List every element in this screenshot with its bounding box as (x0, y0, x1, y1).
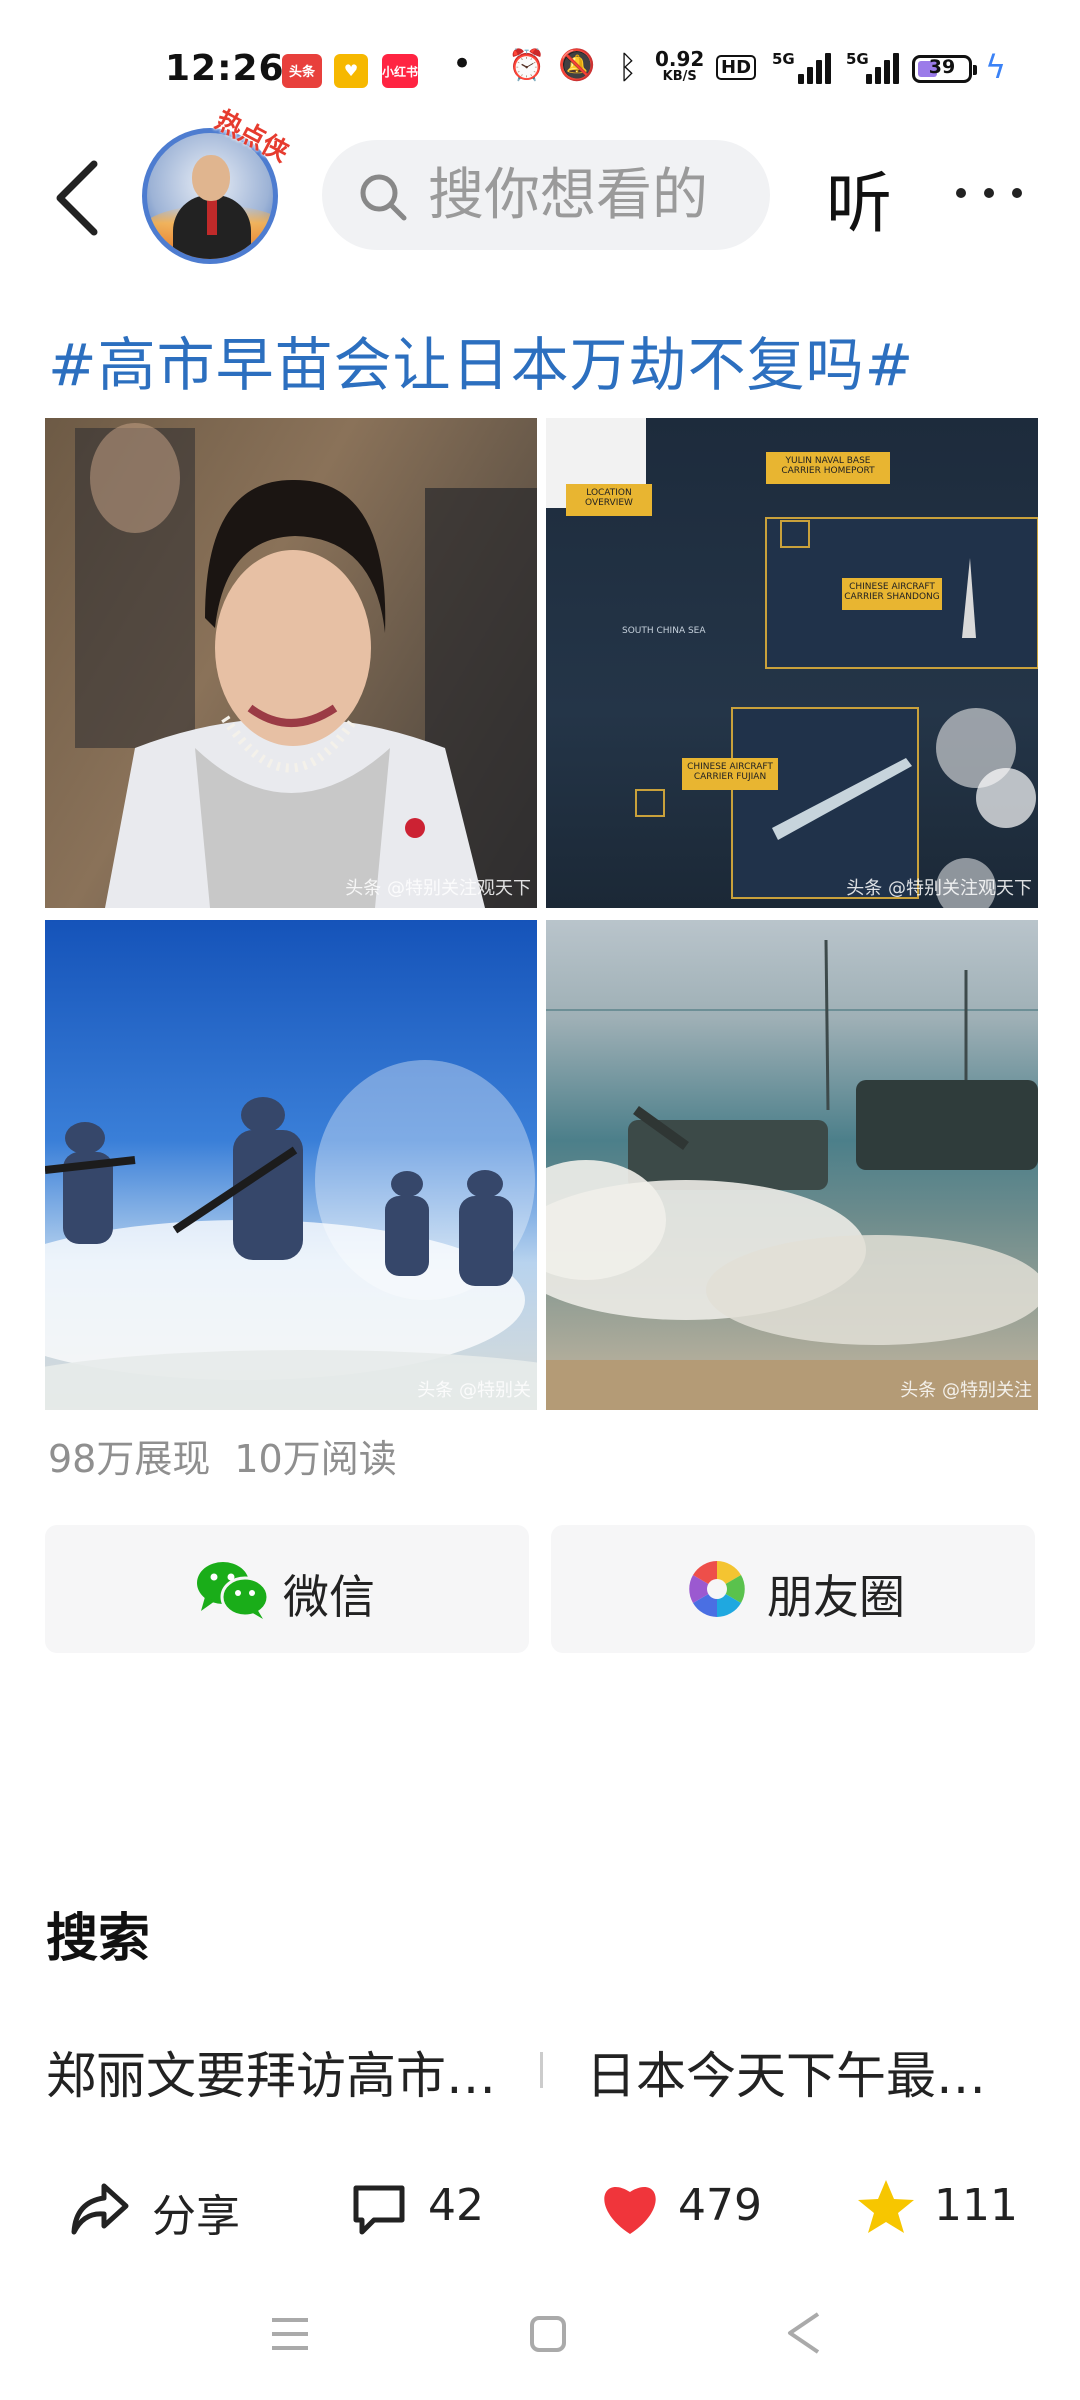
share-icon (71, 2183, 129, 2235)
map-label-yulin: YULIN NAVAL BASE CARRIER HOMEPORT (781, 456, 875, 476)
moments-label: 朋友圈 (767, 1570, 905, 1624)
alarm-icon: ⏰ (508, 48, 546, 83)
image-watermark: 头条 @特别关 (417, 1380, 531, 1401)
post-image-vehicles[interactable]: 头条 @特别关注 (546, 920, 1038, 1410)
signal-bars-1-icon (798, 52, 832, 84)
comment-icon (353, 2185, 405, 2235)
image-watermark: 头条 @特别关注观天下 (345, 878, 531, 899)
more-options-button[interactable] (950, 174, 1030, 214)
search-suggestion-2[interactable]: 日本今天下午最… (586, 2036, 1036, 2108)
like-action[interactable]: 479 (598, 2172, 768, 2244)
status-time: 12:26 (165, 48, 285, 89)
signal-bars-2-icon (866, 52, 900, 84)
moments-icon (689, 1561, 745, 1617)
more-icon (956, 188, 966, 198)
post-image-satellite[interactable]: LOCATION OVERVIEW YULIN NAVAL BASE CARRI… (546, 418, 1038, 908)
net-speed: 0.92 KB/S (655, 47, 705, 84)
share-wechat-button[interactable]: 微信 (45, 1525, 529, 1653)
reads-count: 10万阅读 (234, 1437, 397, 1481)
system-navigation-bar (0, 2290, 1080, 2400)
search-bar[interactable] (322, 140, 770, 250)
back-button[interactable] (50, 158, 110, 238)
favorite-count: 111 (934, 2180, 1018, 2231)
star-icon (858, 2180, 914, 2233)
status-bar: 12:26 头条 ♥ 小红书 • ⏰ 🔕 ᛒ 0.92 KB/S HD 5G 5… (0, 0, 1080, 140)
menu-icon[interactable] (268, 2312, 312, 2356)
like-count: 479 (678, 2180, 762, 2231)
image-watermark: 头条 @特别关注观天下 (846, 878, 1032, 899)
back-nav-icon[interactable] (782, 2308, 826, 2358)
mute-icon: 🔕 (558, 48, 596, 83)
map-label-sea: SOUTH CHINA SEA (622, 626, 706, 636)
search-input[interactable] (426, 158, 750, 232)
bluetooth-icon: ᛒ (618, 48, 638, 86)
battery-icon: 39 (912, 55, 977, 83)
impressions-count: 98万展现 (48, 1437, 211, 1481)
image-watermark: 头条 @特别关注 (900, 1380, 1032, 1401)
map-label-shandong: CHINESE AIRCRAFT CARRIER SHANDONG (844, 582, 940, 602)
post-image-portrait[interactable]: 头条 @特别关注观天下 (45, 418, 537, 908)
map-label-location: LOCATION OVERVIEW (585, 488, 633, 508)
wechat-icon (197, 1562, 270, 1619)
signal-label-1: 5G (772, 50, 795, 68)
share-action-label: 分享 (152, 2191, 240, 2242)
heart-icon (604, 2186, 656, 2234)
app-notification-icon: ♥ (334, 54, 368, 88)
comment-action[interactable]: 42 (350, 2172, 510, 2244)
xiaohongshu-app-icon: 小红书 (382, 54, 418, 88)
dot-icon: • (452, 44, 473, 84)
home-icon[interactable] (526, 2312, 570, 2356)
charging-icon: ϟ (985, 48, 1007, 86)
listen-button[interactable]: 听 (826, 150, 892, 246)
top-nav: 热点侠 听 (0, 105, 1080, 264)
post-image-soldiers[interactable]: 头条 @特别关 (45, 920, 537, 1410)
search-suggestion-1[interactable]: 郑丽文要拜访高市… (46, 2036, 496, 2108)
share-action[interactable]: 分享 (70, 2172, 250, 2244)
search-section-title: 搜索 (46, 1909, 151, 1969)
search-icon (360, 174, 407, 221)
post-stats: 98万展现 10万阅读 (48, 1428, 421, 1483)
suggestion-divider (540, 2052, 543, 2088)
share-moments-button[interactable]: 朋友圈 (551, 1525, 1035, 1653)
hd-badge: HD (716, 55, 757, 80)
favorite-action[interactable]: 111 (856, 2172, 1026, 2244)
post-hashtag-link[interactable]: #高市早苗会让日本万劫不复吗# (48, 318, 914, 402)
map-label-fujian: CHINESE AIRCRAFT CARRIER FUJIAN (687, 762, 773, 782)
comment-count: 42 (428, 2180, 484, 2231)
battery-percent: 39 (928, 56, 956, 78)
chevron-left-icon (56, 160, 98, 236)
wechat-label: 微信 (283, 1570, 375, 1624)
toutiao-app-icon: 头条 (282, 54, 322, 88)
